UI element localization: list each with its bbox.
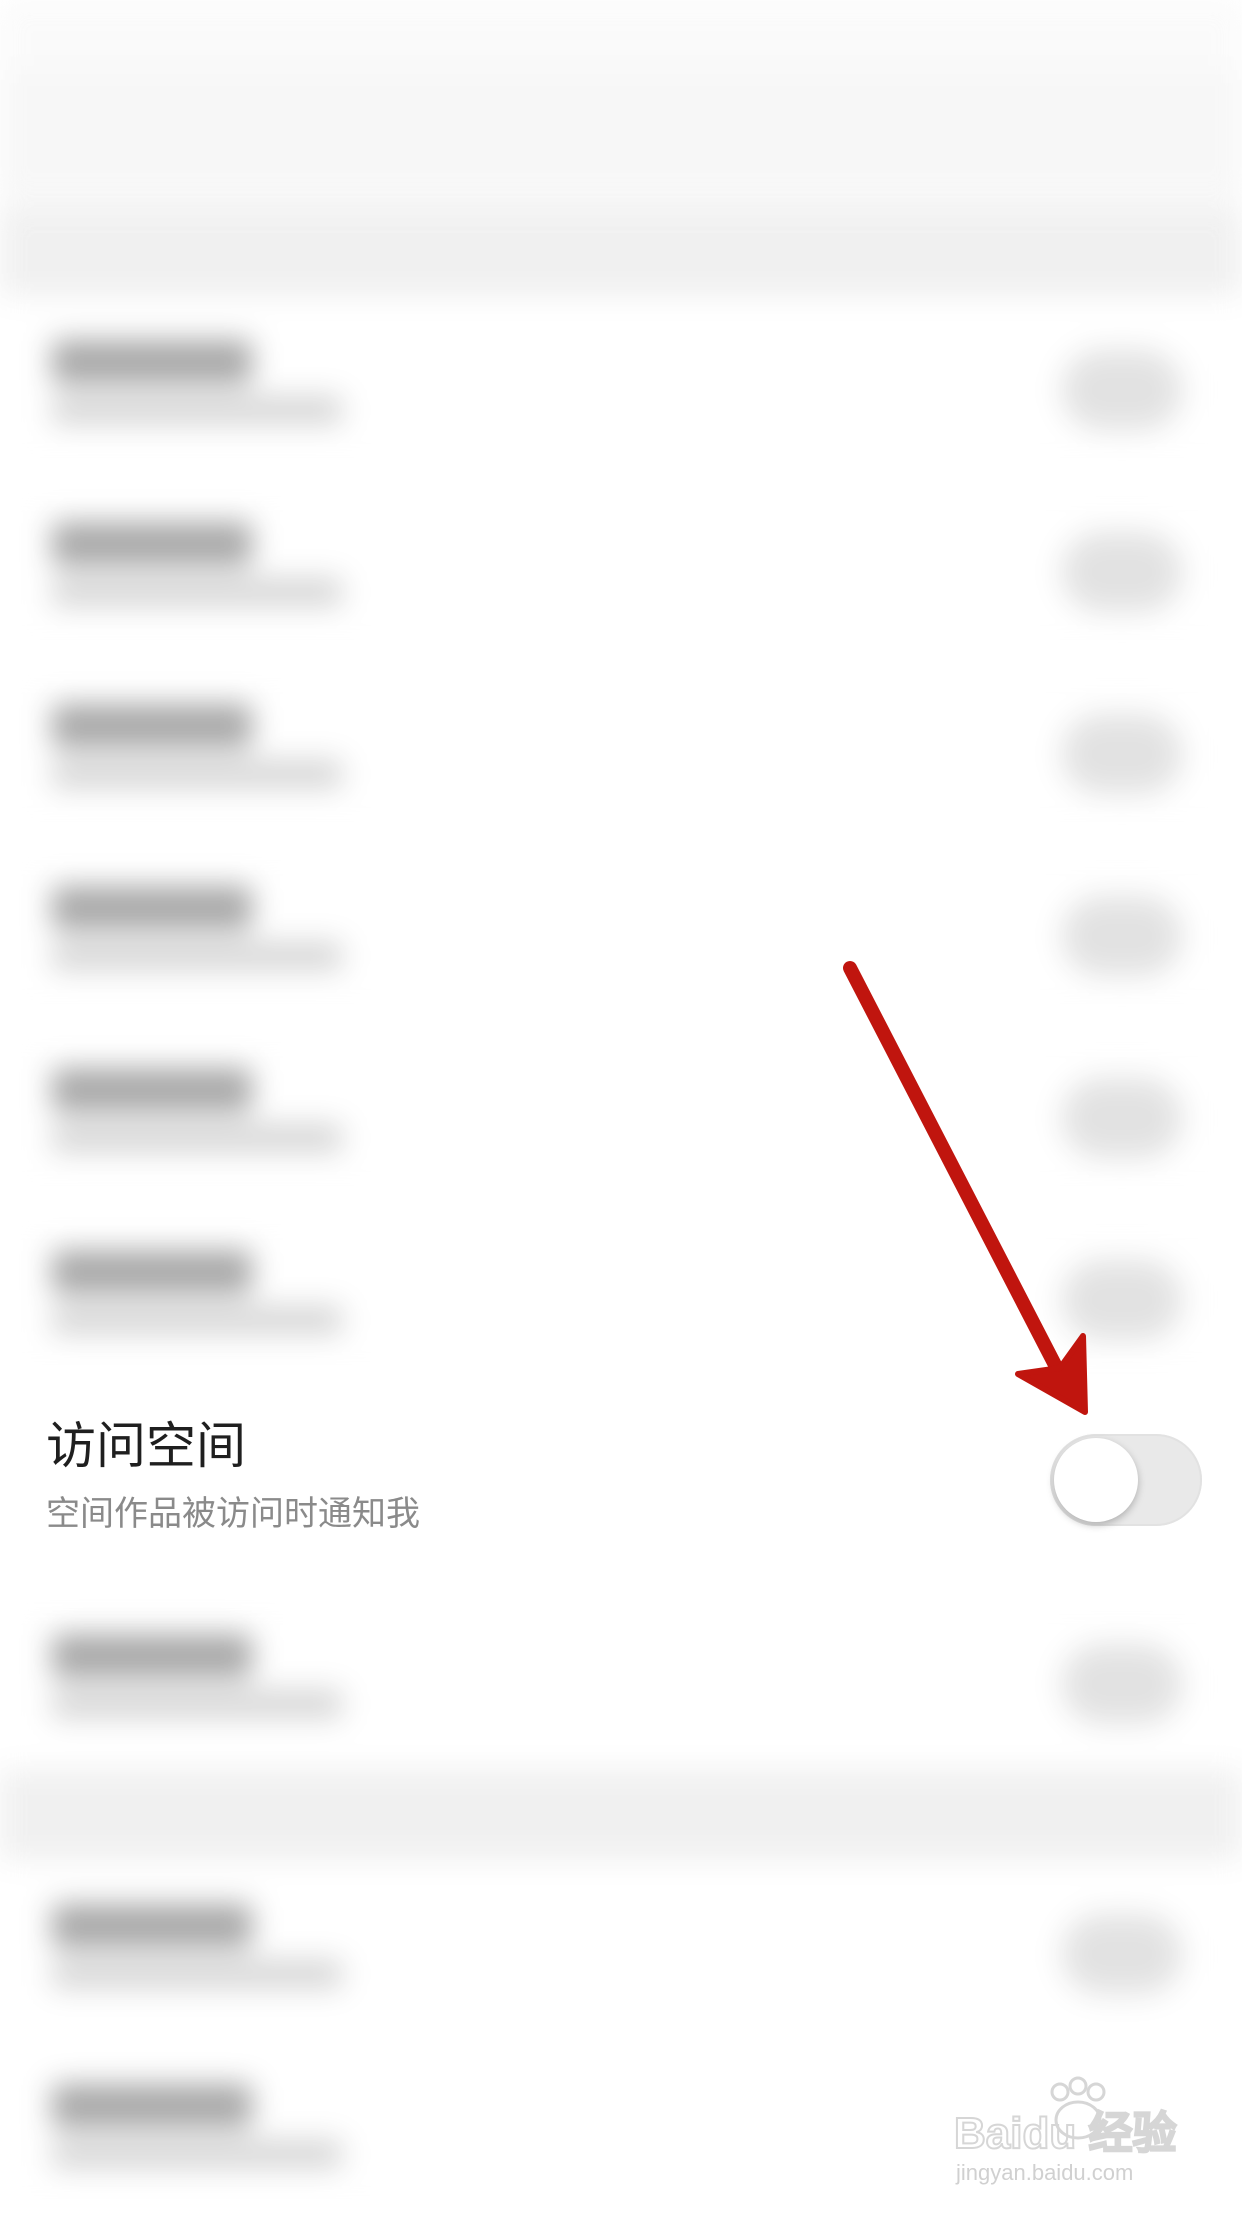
- section-header-band: [0, 206, 1242, 296]
- section-header-band: [0, 1770, 1242, 1860]
- setting-title: 访问空间: [46, 1417, 246, 1475]
- blurred-setting-row: [0, 842, 1242, 1022]
- setting-subtitle: 空间作品被访问时通知我: [46, 1494, 420, 1534]
- blurred-setting-row: [0, 1590, 1242, 1770]
- blurred-setting-row: [0, 1206, 1242, 1386]
- visit-space-toggle[interactable]: [1050, 1434, 1202, 1526]
- nav-bar: [0, 70, 1242, 200]
- blurred-setting-row: [0, 1860, 1242, 2040]
- setting-row-visit-space: 访问空间 空间作品被访问时通知我: [0, 1386, 1242, 1576]
- blurred-setting-row: [0, 296, 1242, 476]
- blurred-setting-row: [0, 1024, 1242, 1204]
- blurred-setting-row: [0, 478, 1242, 658]
- watermark-url: jingyan.baidu.com: [955, 2160, 1133, 2185]
- watermark-logo-icon: Baidu 经验 jingyan.baidu.com: [953, 2076, 1177, 2185]
- watermark-brand: Baidu 经验: [954, 2109, 1176, 2158]
- blurred-settings-background: [0, 0, 1242, 2220]
- blurred-setting-row: [0, 660, 1242, 840]
- status-bar: [0, 0, 1242, 70]
- toggle-knob: [1054, 1438, 1138, 1522]
